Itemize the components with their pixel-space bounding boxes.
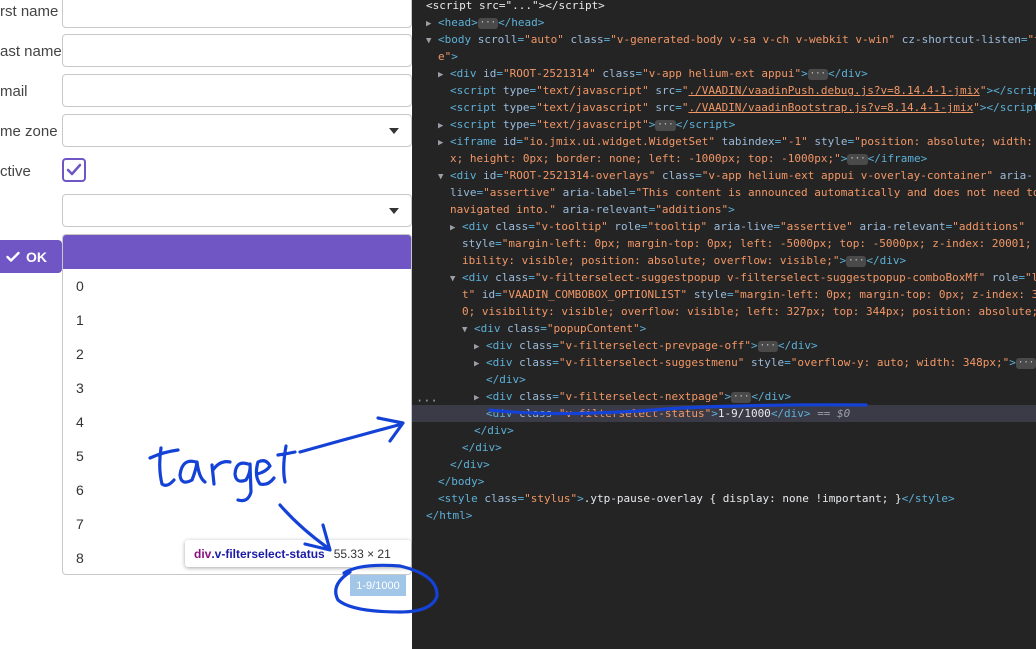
dom-node-line[interactable]: ▼ <div id="ROOT-2521314-overlays" class=… <box>412 167 1036 184</box>
first-name-input[interactable] <box>62 0 412 28</box>
combobox-suggest-popup: 012345678 <box>62 234 412 575</box>
devtools-inspect-tooltip: div .v-filterselect-status 55.33 × 21 <box>185 540 411 567</box>
dom-node-line[interactable]: navigated into." aria-relevant="addition… <box>412 201 1036 218</box>
dom-node-line[interactable]: ▶ <div class="v-tooltip" role="tooltip" … <box>412 218 1036 235</box>
time-zone-label: me zone <box>0 123 58 140</box>
dom-node-line[interactable]: ▶ <div class="v-filterselect-suggestmenu… <box>412 354 1036 371</box>
email-input[interactable] <box>62 74 412 107</box>
suggest-item[interactable]: 4 <box>63 405 411 439</box>
dom-node-line[interactable]: </div> <box>412 439 1036 456</box>
suggest-item[interactable]: 6 <box>63 473 411 507</box>
dom-node-line[interactable]: <script type="text/javascript" src="./VA… <box>412 99 1036 116</box>
dom-node-line[interactable]: <script type="text/javascript" src="./VA… <box>412 82 1036 99</box>
suggest-menu: 012345678 <box>63 269 411 574</box>
suggest-item[interactable]: 5 <box>63 439 411 473</box>
dom-node-line[interactable]: </div> <box>412 422 1036 439</box>
filterselect-status-highlight: 1-9/1000 <box>350 575 406 596</box>
suggest-item[interactable]: 3 <box>63 371 411 405</box>
dom-node-line[interactable]: </body> <box>412 473 1036 490</box>
active-checkbox[interactable] <box>62 158 86 182</box>
tooltip-tag: div <box>194 546 212 561</box>
chevron-down-icon[interactable] <box>389 128 399 134</box>
dom-node-line[interactable]: </html> <box>412 507 1036 524</box>
check-icon <box>6 251 20 262</box>
dom-node-line[interactable]: ▶ <div class="v-filterselect-prevpage-of… <box>412 337 1036 354</box>
popup-selected-row[interactable] <box>63 235 411 269</box>
email-label: mail <box>0 83 28 100</box>
dom-node-line[interactable]: live="assertive" aria-label="This conten… <box>412 184 1036 201</box>
dom-node-line[interactable]: e"> <box>412 48 1036 65</box>
devtools-elements-panel: ··· <script src="..."></script> ▶ <head> ·… <box>412 0 1036 649</box>
dom-node-line[interactable]: <script src="..."></script> <box>412 0 1036 14</box>
dom-node-line[interactable]: ▶ <script type="text/javascript"> ··· </sc… <box>412 116 1036 133</box>
dom-node-line[interactable]: 0; visibility: visible; overflow: visibl… <box>412 303 1036 320</box>
last-name-input[interactable] <box>62 34 412 67</box>
dom-node-line[interactable]: ▶ <head> ··· </head> <box>412 14 1036 31</box>
time-zone-combobox[interactable] <box>62 114 412 147</box>
suggest-item[interactable]: 7 <box>63 507 411 541</box>
dom-node-line[interactable]: ibility: visible; position: absolute; ov… <box>412 252 1036 269</box>
dom-node-line[interactable]: ▶ <div id="ROOT-2521314" class="v-app he… <box>412 65 1036 82</box>
checkmark-icon <box>66 163 82 176</box>
ok-button[interactable]: OK <box>0 240 62 273</box>
dom-node-line[interactable]: <style class="stylus">.ytp-pause-overlay… <box>412 490 1036 507</box>
last-name-label: ast name <box>0 43 62 60</box>
first-name-label: rst name <box>0 3 59 20</box>
tooltip-dimensions: 55.33 × 21 <box>333 546 391 561</box>
active-label: ctive <box>0 163 31 180</box>
dom-node-line[interactable]: ▼ <body scroll="auto" class="v-generated… <box>412 31 1036 48</box>
chevron-down-icon[interactable] <box>389 208 399 214</box>
value-combobox[interactable] <box>62 194 412 227</box>
dom-node-selected[interactable]: <div class="v-filterselect-status">1-9/1… <box>412 405 1036 422</box>
dom-node-line[interactable]: ▶ <div class="v-filterselect-nextpage"> ·… <box>412 388 1036 405</box>
suggest-item[interactable]: 0 <box>63 269 411 303</box>
dom-node-line[interactable]: style="margin-left: 0px; margin-top: 0px… <box>412 235 1036 252</box>
tooltip-arrow <box>350 566 362 572</box>
dom-node-line[interactable]: </div> <box>412 456 1036 473</box>
dom-node-line[interactable]: ▼ <div class="popupContent"> <box>412 320 1036 337</box>
dom-node-line[interactable]: t" id="VAADIN_COMBOBOX_OPTIONLIST" style… <box>412 286 1036 303</box>
dom-node-line[interactable]: ▶ <iframe id="io.jmix.ui.widget.WidgetSe… <box>412 133 1036 150</box>
app-form-panel: rst name ast name mail me zone ctive OK … <box>0 0 412 649</box>
dom-node-line[interactable]: x; height: 0px; border: none; left: -100… <box>412 150 1036 167</box>
suggest-item[interactable]: 1 <box>63 303 411 337</box>
tooltip-class: .v-filterselect-status <box>211 546 325 561</box>
dom-node-line[interactable]: </div> <box>412 371 1036 388</box>
ok-button-label: OK <box>26 248 47 265</box>
suggest-item[interactable]: 2 <box>63 337 411 371</box>
dom-node-line[interactable]: ▼ <div class="v-filterselect-suggestpopu… <box>412 269 1036 286</box>
